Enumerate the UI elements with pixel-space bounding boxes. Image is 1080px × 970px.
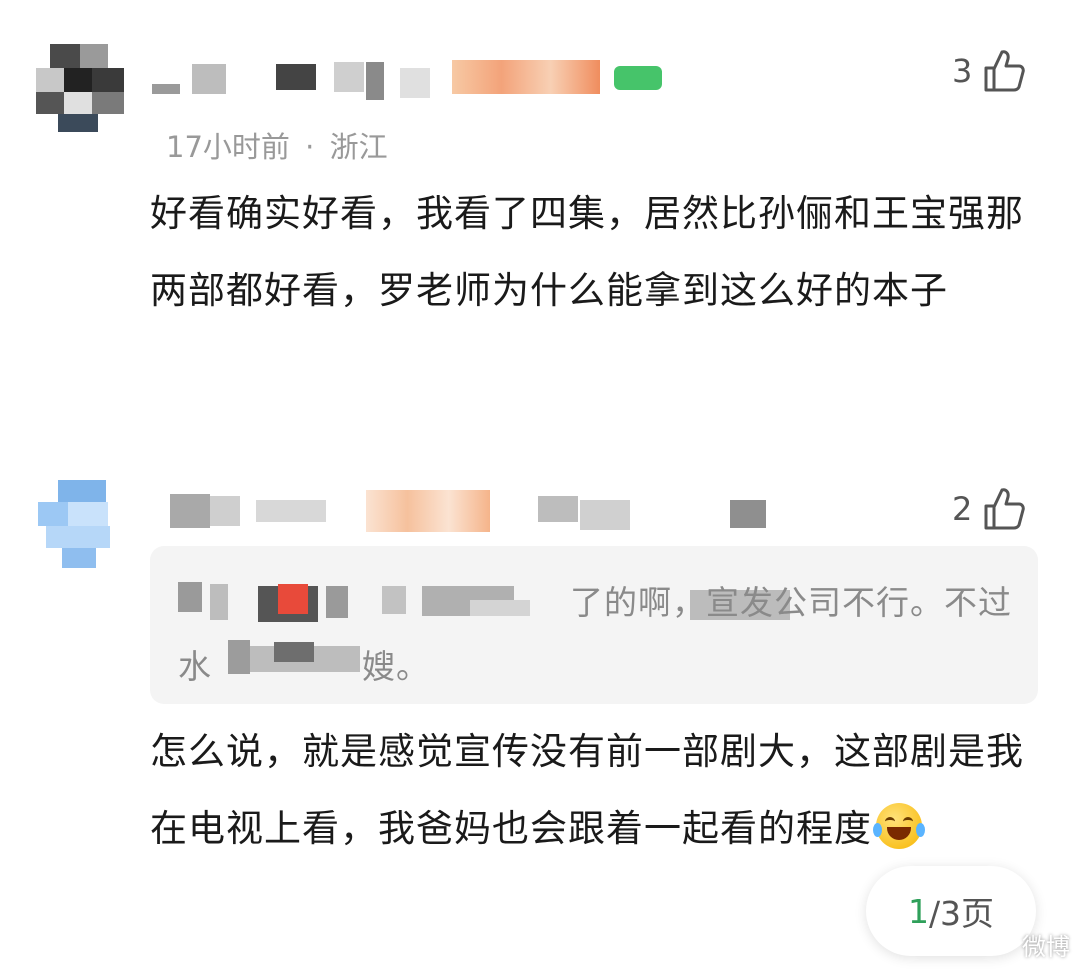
quote-line-2-end: 嫂。 bbox=[362, 647, 430, 686]
username-blurred[interactable] bbox=[170, 490, 790, 532]
thumb-up-icon bbox=[982, 486, 1026, 532]
like-count: 2 bbox=[952, 490, 973, 528]
quoted-reply[interactable]: 了的啊，宣发公司不行。不过 水 嫂。 bbox=[150, 546, 1038, 704]
page-total: /3页 bbox=[928, 894, 995, 933]
laugh-cry-emoji bbox=[873, 803, 925, 849]
quote-line-1: 了的啊，宣发公司不行。不过 bbox=[570, 583, 1012, 622]
avatar[interactable] bbox=[38, 480, 126, 568]
comment-2: 2 了的啊，宣发公司不行。不过 水 嫂。 怎么说，就是感觉宣传没有前一部剧大，这… bbox=[0, 0, 1080, 970]
comment-text: 怎么说，就是感觉宣传没有前一部剧大，这部剧是我在电视上看，我爸妈也会跟着一起看的… bbox=[150, 713, 1030, 867]
page-indicator[interactable]: 1/3页 bbox=[866, 866, 1036, 956]
current-page: 1 bbox=[907, 891, 929, 931]
watermark: 微博 bbox=[1022, 933, 1070, 961]
like-button[interactable]: 2 bbox=[952, 486, 1026, 532]
quote-line-2-start: 水 bbox=[178, 647, 212, 686]
